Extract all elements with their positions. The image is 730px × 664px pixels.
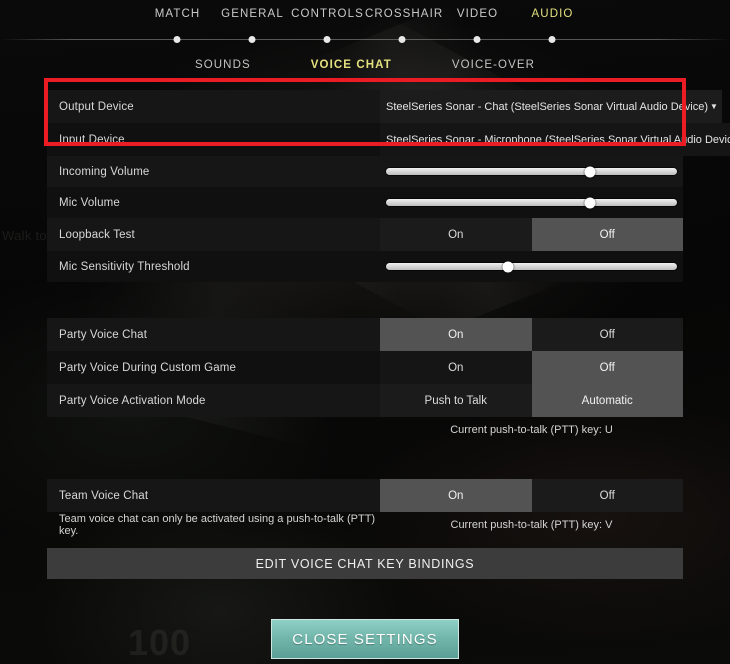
row-mic-volume: Mic Volume <box>47 187 683 218</box>
party-ptt-note-row: Current push-to-talk (PTT) key: U <box>47 417 683 443</box>
team-voice-chat-toggle: On Off <box>380 479 683 512</box>
tab-dot-match <box>173 36 181 43</box>
team-voice-group: Team Voice Chat On Off Team voice chat c… <box>47 479 683 579</box>
audio-device-group: Output Device SteelSeries Sonar - Chat (… <box>47 90 730 282</box>
tab-dot-video <box>473 36 481 43</box>
edit-voice-chat-key-bindings-button[interactable]: EDIT VOICE CHAT KEY BINDINGS <box>47 548 683 579</box>
main-tab-bar: MATCH GENERAL CONTROLS CROSSHAIR VIDEO A… <box>0 0 730 32</box>
loopback-test-on[interactable]: On <box>380 218 532 251</box>
row-mic-sensitivity: Mic Sensitivity Threshold <box>47 251 683 282</box>
party-voice-custom-game-off[interactable]: Off <box>531 351 683 384</box>
slider-handle[interactable] <box>584 166 596 177</box>
team-note-row: Team voice chat can only be activated us… <box>47 512 683 538</box>
team-voice-chat-on[interactable]: On <box>380 479 532 512</box>
row-party-voice-chat: Party Voice Chat On Off <box>47 318 683 351</box>
output-device-label: Output Device <box>59 100 134 113</box>
loopback-test-control: On Off <box>380 218 683 251</box>
mic-volume-slider[interactable] <box>386 187 677 218</box>
party-voice-custom-game-control: On Off <box>380 351 683 384</box>
mic-sensitivity-control <box>380 251 683 282</box>
row-output-device: Output Device SteelSeries Sonar - Chat (… <box>47 90 722 123</box>
tab-crosshair[interactable]: CROSSHAIR <box>365 8 442 20</box>
mic-volume-control <box>380 187 683 218</box>
party-voice-custom-game-on[interactable]: On <box>380 351 532 384</box>
row-party-voice-custom-game: Party Voice During Custom Game On Off <box>47 351 683 384</box>
party-voice-activation-push-to-talk[interactable]: Push to Talk <box>380 384 532 417</box>
tab-dot-general <box>248 36 256 43</box>
party-voice-custom-game-label: Party Voice During Custom Game <box>59 361 237 374</box>
party-voice-group: Party Voice Chat On Off Party Voice Duri… <box>47 318 683 443</box>
row-input-device: Input Device SteelSeries Sonar - Microph… <box>47 123 730 156</box>
team-voice-chat-control: On Off <box>380 479 683 512</box>
loopback-test-off[interactable]: Off <box>531 218 683 251</box>
sub-tab-voice-over[interactable]: VOICE-OVER <box>452 59 535 71</box>
party-voice-chat-control: On Off <box>380 318 683 351</box>
output-device-control: SteelSeries Sonar - Chat (SteelSeries So… <box>380 90 722 123</box>
input-device-control: SteelSeries Sonar - Microphone (SteelSer… <box>380 123 730 156</box>
slider-handle[interactable] <box>584 197 596 208</box>
input-device-value: SteelSeries Sonar - Microphone (SteelSer… <box>386 133 730 146</box>
row-team-voice-chat: Team Voice Chat On Off <box>47 479 683 512</box>
incoming-volume-control <box>380 156 683 187</box>
output-device-dropdown[interactable]: SteelSeries Sonar - Chat (SteelSeries So… <box>380 90 722 123</box>
incoming-volume-slider[interactable] <box>386 156 677 187</box>
team-ptt-key-note: Current push-to-talk (PTT) key: V <box>450 519 613 531</box>
mic-volume-label: Mic Volume <box>59 196 120 209</box>
row-incoming-volume: Incoming Volume <box>47 156 683 187</box>
row-party-voice-activation-mode: Party Voice Activation Mode Push to Talk… <box>47 384 683 417</box>
sub-tab-sounds[interactable]: SOUNDS <box>195 59 251 71</box>
loopback-test-toggle: On Off <box>380 218 683 251</box>
party-voice-chat-toggle: On Off <box>380 318 683 351</box>
slider-track <box>386 261 677 272</box>
party-voice-chat-label: Party Voice Chat <box>59 328 148 341</box>
tab-general[interactable]: GENERAL <box>215 8 290 20</box>
tab-dot-crosshair <box>398 36 406 43</box>
sub-tab-voice-chat[interactable]: VOICE CHAT <box>311 59 392 71</box>
sub-tab-bar: SOUNDS VOICE CHAT VOICE-OVER <box>0 50 730 80</box>
slider-handle[interactable] <box>502 261 514 272</box>
tab-controls[interactable]: CONTROLS <box>290 8 365 20</box>
party-voice-activation-automatic[interactable]: Automatic <box>531 384 683 417</box>
tab-video[interactable]: VIDEO <box>440 8 515 20</box>
party-voice-activation-mode-control: Push to Talk Automatic <box>380 384 683 417</box>
settings-panel: Output Device SteelSeries Sonar - Chat (… <box>47 90 730 579</box>
party-ptt-key-note: Current push-to-talk (PTT) key: U <box>450 424 613 436</box>
row-loopback-test: Loopback Test On Off <box>47 218 683 251</box>
input-device-dropdown[interactable]: SteelSeries Sonar - Microphone (SteelSer… <box>380 123 730 156</box>
party-voice-activation-mode-label: Party Voice Activation Mode <box>59 394 206 407</box>
team-voice-chat-off[interactable]: Off <box>531 479 683 512</box>
loopback-test-label: Loopback Test <box>59 228 135 241</box>
mic-sensitivity-label: Mic Sensitivity Threshold <box>59 260 190 273</box>
mic-sensitivity-slider[interactable] <box>386 251 677 282</box>
chevron-down-icon: ▼ <box>710 102 718 111</box>
close-settings-wrap: CLOSE SETTINGS <box>0 619 730 659</box>
party-voice-custom-game-toggle: On Off <box>380 351 683 384</box>
party-voice-chat-off[interactable]: Off <box>531 318 683 351</box>
tab-audio[interactable]: AUDIO <box>515 8 590 20</box>
valorant-settings-screen: Walk to the 100 MATCH GENERAL CONTROLS C… <box>0 0 730 664</box>
team-voice-chat-label: Team Voice Chat <box>59 489 149 502</box>
tab-match[interactable]: MATCH <box>140 8 215 20</box>
tab-dot-audio <box>548 36 556 43</box>
tab-rule <box>0 34 730 46</box>
output-device-value: SteelSeries Sonar - Chat (SteelSeries So… <box>386 100 709 113</box>
slider-track <box>386 166 677 177</box>
tab-rule-line <box>0 39 730 40</box>
team-helper-note: Team voice chat can only be activated us… <box>59 513 376 537</box>
party-voice-activation-mode-toggle: Push to Talk Automatic <box>380 384 683 417</box>
incoming-volume-label: Incoming Volume <box>59 165 150 178</box>
party-voice-chat-on[interactable]: On <box>380 318 532 351</box>
slider-track <box>386 197 677 208</box>
input-device-label: Input Device <box>59 133 125 146</box>
close-settings-button[interactable]: CLOSE SETTINGS <box>271 619 459 659</box>
tab-dot-controls <box>323 36 331 43</box>
